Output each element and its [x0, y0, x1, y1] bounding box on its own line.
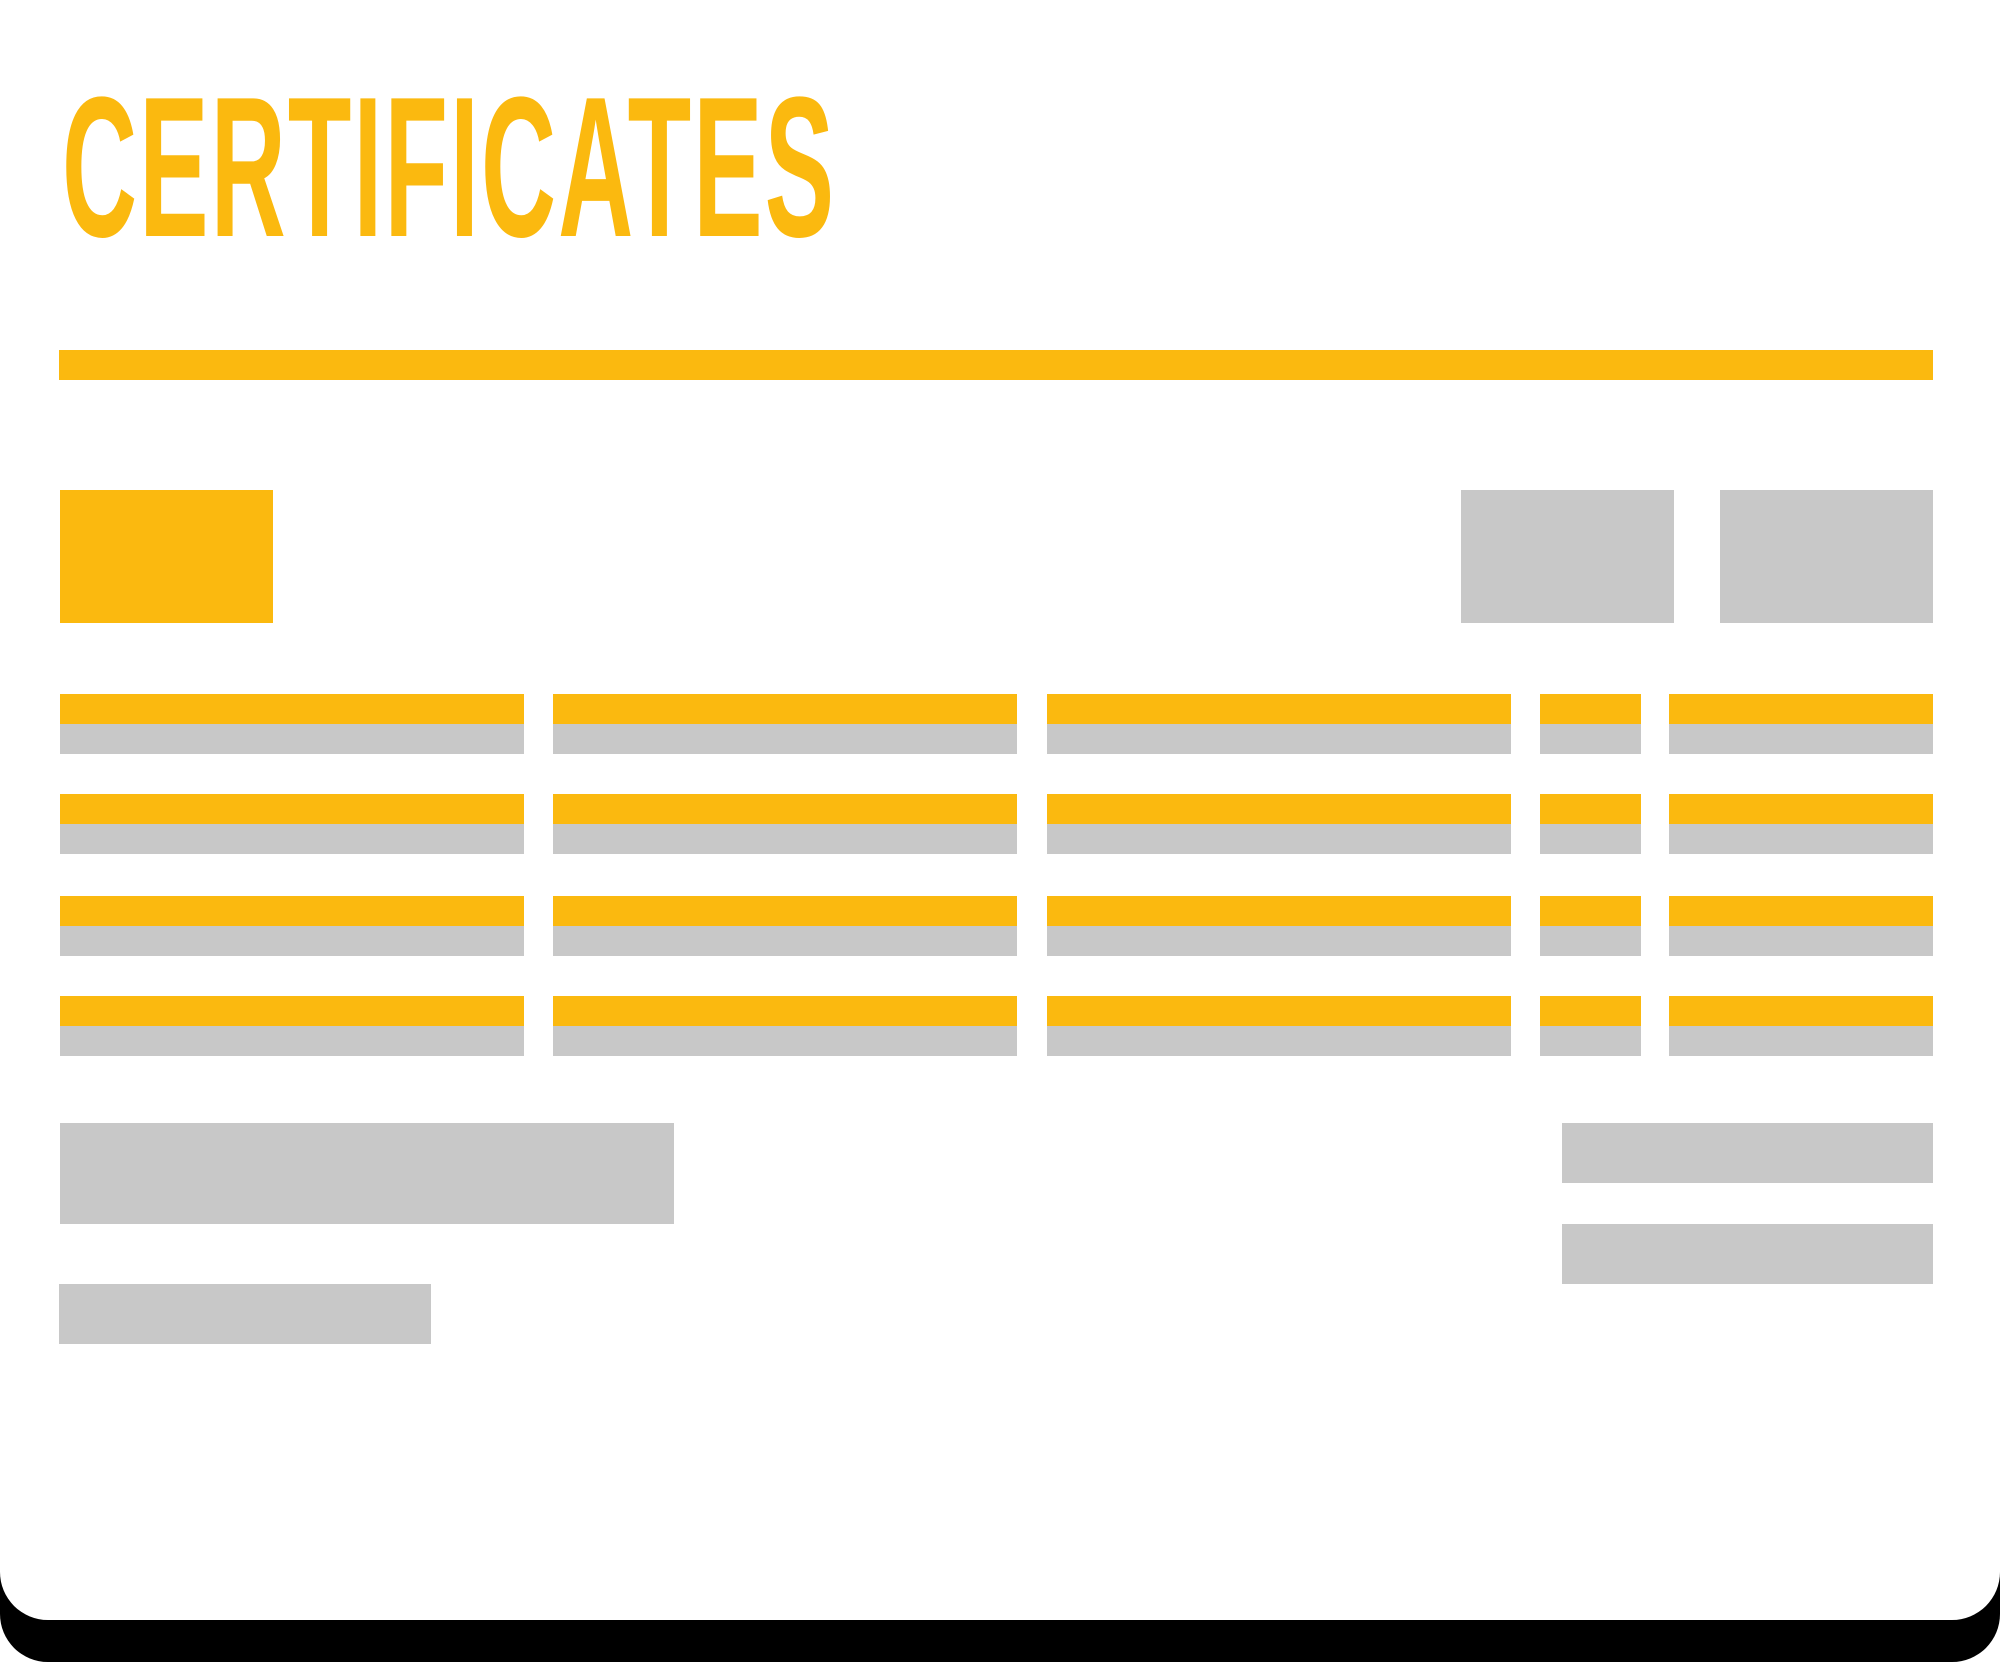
table-value-cell	[60, 824, 524, 854]
table-header-cell	[1669, 794, 1933, 824]
certificates-card: CERTIFICATES	[0, 0, 2000, 1620]
title-underline	[59, 350, 1933, 380]
table-header-cell	[60, 794, 524, 824]
table-header-cell	[1047, 794, 1511, 824]
table-value-cell	[1047, 926, 1511, 956]
table-value-cell	[1669, 1026, 1933, 1056]
secondary-action-button-1[interactable]	[1461, 490, 1674, 623]
secondary-action-button-2[interactable]	[1720, 490, 1933, 623]
table-value-cell	[60, 1026, 524, 1056]
table-header-cell	[553, 896, 1017, 926]
footer-text-line	[59, 1284, 431, 1344]
table-value-cell	[553, 926, 1017, 956]
table-value-cell	[1669, 724, 1933, 754]
footer-text-block	[60, 1123, 674, 1224]
table-header-cell	[1669, 996, 1933, 1026]
table-value-cell	[1047, 1026, 1511, 1056]
table-header-cell	[60, 896, 524, 926]
table-value-cell	[1540, 724, 1641, 754]
table-header-cell	[553, 694, 1017, 724]
table-value-cell	[1540, 926, 1641, 956]
table-header-cell	[1669, 694, 1933, 724]
summary-line-1	[1562, 1123, 1933, 1183]
table-value-cell	[553, 724, 1017, 754]
table-header-cell	[1047, 996, 1511, 1026]
page-title: CERTIFICATES	[62, 56, 837, 279]
table-header-cell	[60, 694, 524, 724]
table-header-cell	[1669, 896, 1933, 926]
table-value-cell	[553, 824, 1017, 854]
table-value-cell	[1540, 1026, 1641, 1056]
table-header-cell	[553, 996, 1017, 1026]
primary-action-button[interactable]	[60, 490, 273, 623]
table-header-cell	[1047, 896, 1511, 926]
table-value-cell	[60, 926, 524, 956]
table-value-cell	[1540, 824, 1641, 854]
table-header-cell	[1047, 694, 1511, 724]
summary-line-2	[1562, 1224, 1933, 1284]
table-header-cell	[1540, 996, 1641, 1026]
table-value-cell	[60, 724, 524, 754]
table-header-cell	[60, 996, 524, 1026]
table-header-cell	[1540, 694, 1641, 724]
table-value-cell	[1047, 724, 1511, 754]
table-header-cell	[553, 794, 1017, 824]
table-header-cell	[1540, 896, 1641, 926]
table-value-cell	[553, 1026, 1017, 1056]
table-value-cell	[1669, 824, 1933, 854]
table-value-cell	[1047, 824, 1511, 854]
table-header-cell	[1540, 794, 1641, 824]
table-value-cell	[1669, 926, 1933, 956]
